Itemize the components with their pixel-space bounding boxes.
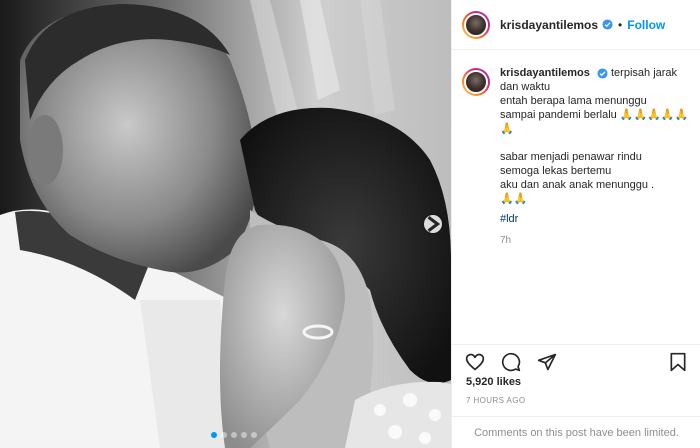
verified-badge-icon	[597, 68, 608, 79]
photo-image	[0, 0, 451, 448]
caption-line: sabar menjadi penawar rindu	[500, 151, 642, 163]
caption-line: entah berapa lama menunggu	[500, 95, 647, 107]
caption-line: sampai pandemi berlalu 🙏🙏🙏🙏🙏🙏	[500, 109, 689, 135]
caption-avatar[interactable]	[462, 68, 490, 96]
comment-icon[interactable]	[500, 351, 522, 373]
comments-limited-notice: Comments on this post have been limited.	[452, 416, 700, 448]
caption-line: 🙏🙏	[500, 193, 528, 205]
heart-icon[interactable]	[464, 351, 486, 373]
post-header: krisdayantilemos • Follow	[452, 0, 700, 50]
caption: krisdayantilemos terpisah jarak dan wakt…	[462, 66, 691, 248]
carousel-indicator	[211, 432, 257, 438]
caption-line	[500, 136, 690, 150]
chevron-right-icon	[427, 215, 441, 233]
follow-button[interactable]: Follow	[627, 18, 665, 32]
caption-body: krisdayantilemos terpisah jarak dan wakt…	[500, 66, 690, 248]
next-photo-button[interactable]	[424, 215, 442, 233]
carousel-dot	[241, 432, 247, 438]
caption-time: 7h	[500, 235, 512, 246]
carousel-dot	[221, 432, 227, 438]
header-username[interactable]: krisdayantilemos	[500, 18, 598, 32]
carousel-dot	[231, 432, 237, 438]
bookmark-icon[interactable]	[667, 351, 689, 373]
share-icon[interactable]	[536, 351, 558, 373]
avatar[interactable]	[462, 10, 490, 39]
post-timestamp: 7 HOURS AGO	[466, 396, 526, 405]
caption-line: aku dan anak anak menunggu .	[500, 179, 655, 191]
hashtag-link[interactable]: #ldr	[500, 212, 690, 226]
caption-line: semoga lekas bertemu	[500, 165, 612, 177]
post-photo[interactable]	[0, 0, 451, 448]
action-bar	[452, 344, 700, 378]
post-side-panel: krisdayantilemos • Follow krisdayantilem…	[451, 0, 700, 448]
carousel-dot	[251, 432, 257, 438]
verified-badge-icon	[602, 19, 613, 30]
caption-username[interactable]: krisdayantilemos	[500, 67, 590, 79]
header-separator: •	[618, 17, 623, 32]
carousel-dot	[211, 432, 217, 438]
likes-count[interactable]: 5,920 likes	[466, 376, 521, 388]
caption-area: krisdayantilemos terpisah jarak dan wakt…	[452, 56, 700, 346]
